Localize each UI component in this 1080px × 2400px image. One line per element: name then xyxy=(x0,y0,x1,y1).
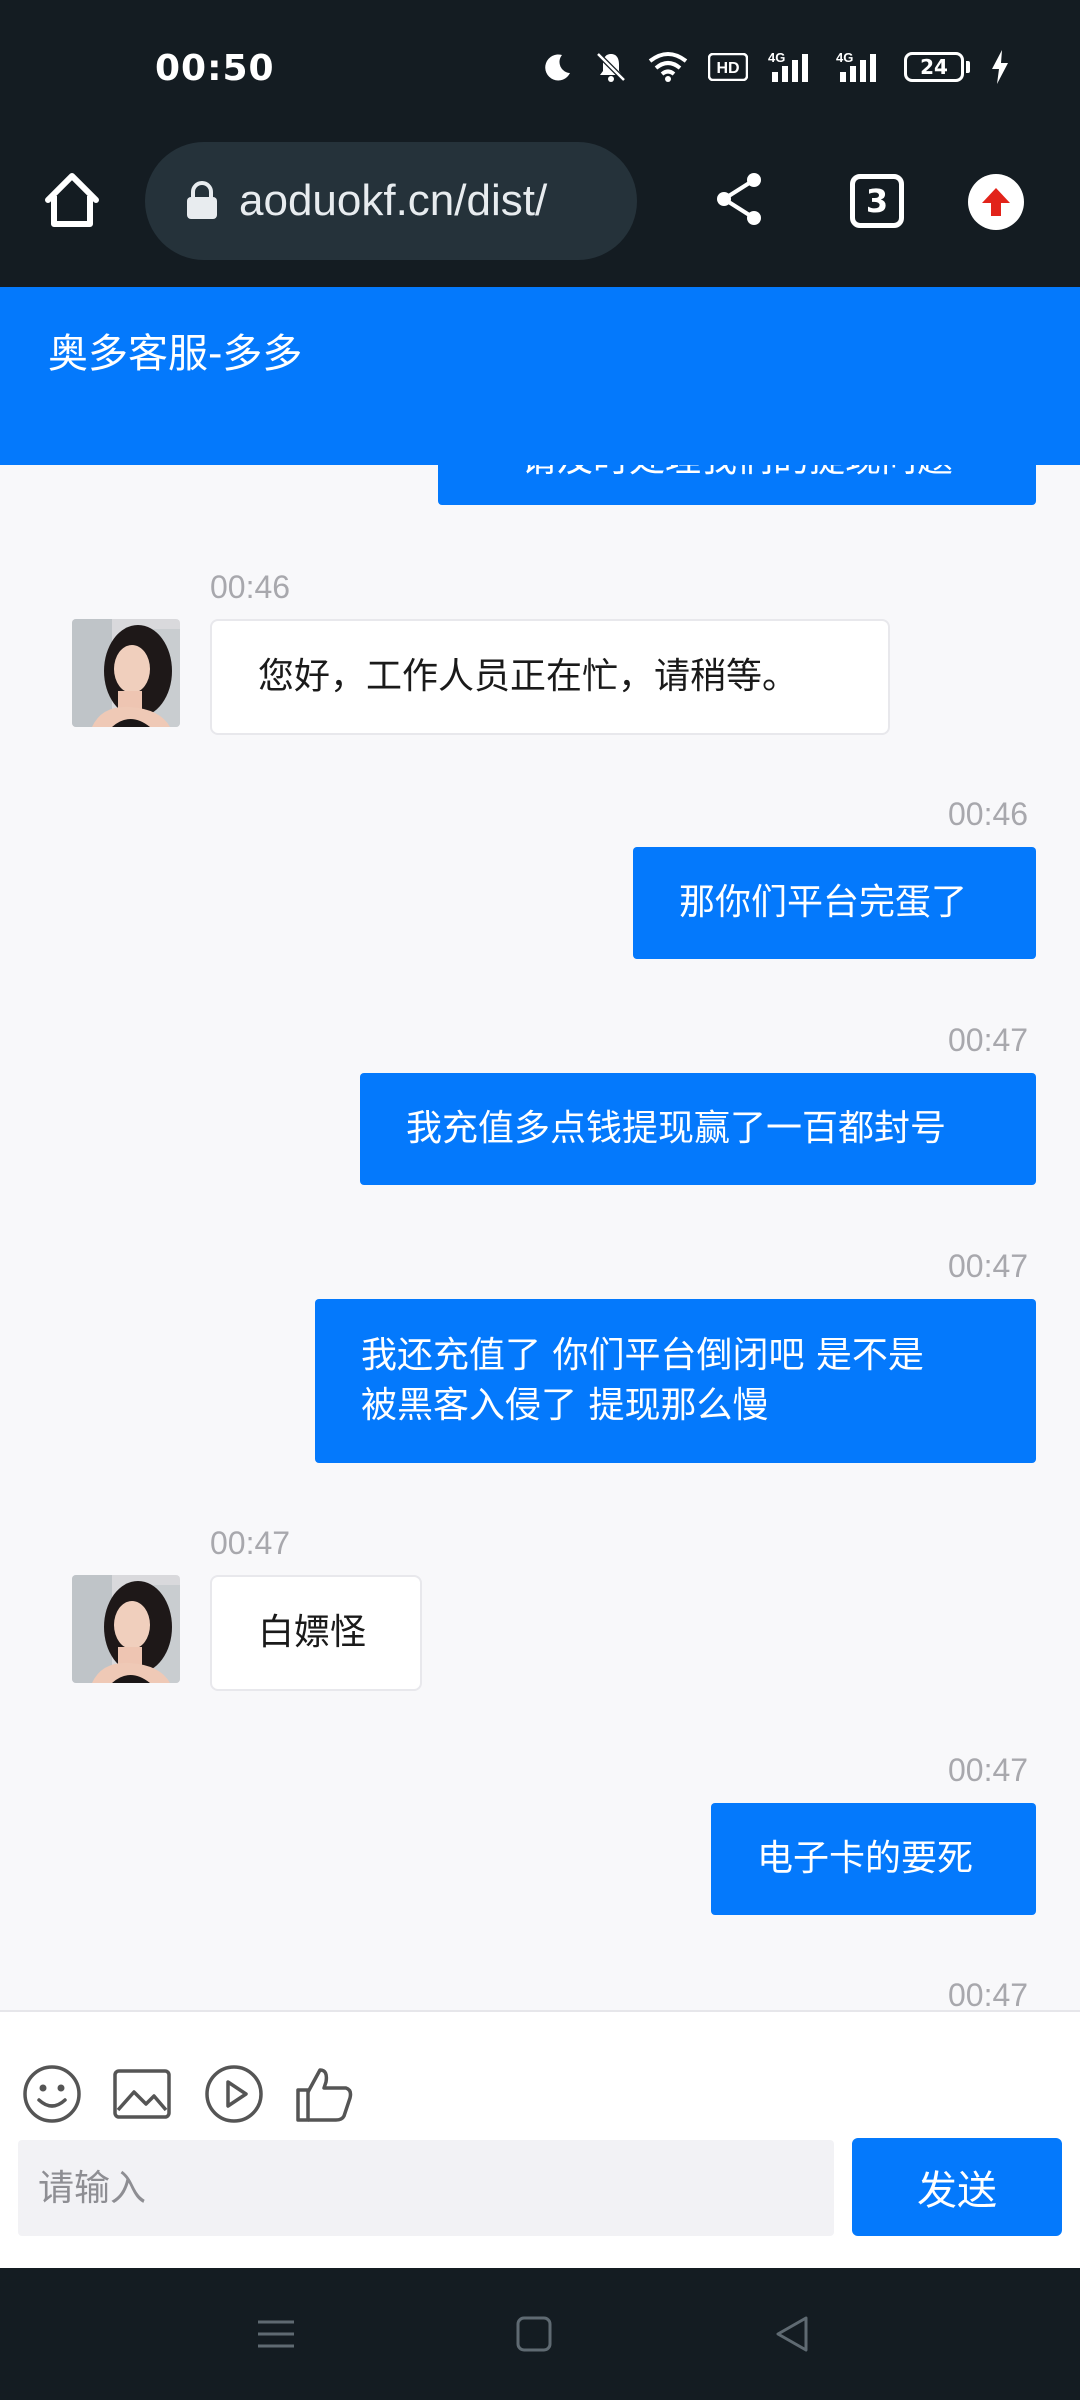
message-bubble-outgoing: 我充值多点钱提现赢了一百都封号 xyxy=(360,1073,1036,1185)
upload-arrow-icon xyxy=(982,188,1010,216)
battery-level: 24 xyxy=(904,52,964,82)
thumbs-up-icon[interactable] xyxy=(294,2064,354,2124)
emoji-icon[interactable] xyxy=(22,2064,82,2124)
video-icon[interactable] xyxy=(204,2064,264,2124)
status-bar: 00:50 HD 4G 4G 24 xyxy=(0,0,1080,140)
message-bubble-outgoing: 请及时处理我们的提现问题 xyxy=(438,465,1036,505)
svg-text:4G: 4G xyxy=(768,50,785,65)
message-text: 请及时处理我们的提现问题 xyxy=(521,465,953,485)
hd-icon: HD xyxy=(708,53,748,81)
menu-icon[interactable] xyxy=(254,2312,298,2356)
svg-text:4G: 4G xyxy=(836,50,853,65)
message-text: 那你们平台完蛋了 xyxy=(679,882,968,923)
message-bubble-outgoing: 我还充值了 你们平台倒闭吧 是不是 被黑客入侵了 提现那么慢 xyxy=(315,1299,1036,1463)
chat-title: 奥多客服-多多 xyxy=(48,331,303,377)
home-square-icon[interactable] xyxy=(512,2312,556,2356)
message-time: 00:47 xyxy=(948,1022,1029,1058)
message-text-line-1: 我还充值了 你们平台倒闭吧 是不是 xyxy=(361,1335,924,1376)
back-icon[interactable] xyxy=(770,2312,814,2356)
message-bubble-outgoing: 那你们平台完蛋了 xyxy=(633,847,1036,959)
mute-bell-icon xyxy=(596,52,626,82)
chat-header: 奥多客服-多多 xyxy=(0,287,1080,465)
wifi-icon xyxy=(648,52,688,82)
avatar xyxy=(72,619,180,727)
status-time: 00:50 xyxy=(155,48,275,89)
browser-toolbar: aoduokf.cn/dist/ 3 xyxy=(0,140,1080,287)
send-button[interactable]: 发送 xyxy=(852,2138,1062,2236)
message-time: 00:46 xyxy=(948,796,1029,832)
signal-4g-icon-2: 4G xyxy=(836,50,876,82)
message-time: 00:46 xyxy=(210,569,291,605)
lock-icon xyxy=(187,181,217,219)
message-list[interactable]: 请及时处理我们的提现问题 00:46 您好，工作人员正在忙，请稍等。 00:46… xyxy=(0,465,1080,2010)
charging-bolt-icon xyxy=(992,50,1008,84)
message-text: 白嫖怪 xyxy=(258,1612,367,1653)
url-text: aoduokf.cn/dist/ xyxy=(239,176,548,225)
message-time: 00:47 xyxy=(210,1525,291,1561)
image-icon[interactable] xyxy=(112,2064,172,2124)
update-button[interactable] xyxy=(968,174,1024,230)
message-text-line-2: 被黑客入侵了 提现那么慢 xyxy=(361,1385,769,1426)
status-icons: HD 4G 4G 24 xyxy=(542,50,1010,84)
tab-count-button[interactable]: 3 xyxy=(850,174,904,228)
message-bubble-outgoing: 电子卡的要死 xyxy=(711,1803,1036,1915)
message-text: 电子卡的要死 xyxy=(757,1838,974,1879)
svg-text:HD: HD xyxy=(716,60,739,77)
address-bar[interactable]: aoduokf.cn/dist/ xyxy=(145,142,637,260)
signal-4g-icon: 4G xyxy=(768,50,808,82)
battery-indicator: 24 xyxy=(904,52,970,82)
message-time: 00:47 xyxy=(948,1248,1029,1284)
share-icon[interactable] xyxy=(712,170,766,228)
message-time: 00:47 xyxy=(948,1977,1029,2010)
composer: 发送 xyxy=(0,2010,1080,2268)
message-text: 您好，工作人员正在忙，请稍等。 xyxy=(258,656,799,697)
message-bubble-incoming: 您好，工作人员正在忙，请稍等。 xyxy=(210,619,890,735)
message-text: 我充值多点钱提现赢了一百都封号 xyxy=(406,1108,947,1149)
message-input[interactable] xyxy=(18,2140,834,2236)
avatar xyxy=(72,1575,180,1683)
home-icon[interactable] xyxy=(40,168,104,232)
message-bubble-incoming: 白嫖怪 xyxy=(210,1575,422,1691)
message-time: 00:47 xyxy=(948,1752,1029,1788)
system-navigation-bar xyxy=(0,2268,1080,2400)
moon-icon xyxy=(545,54,570,81)
